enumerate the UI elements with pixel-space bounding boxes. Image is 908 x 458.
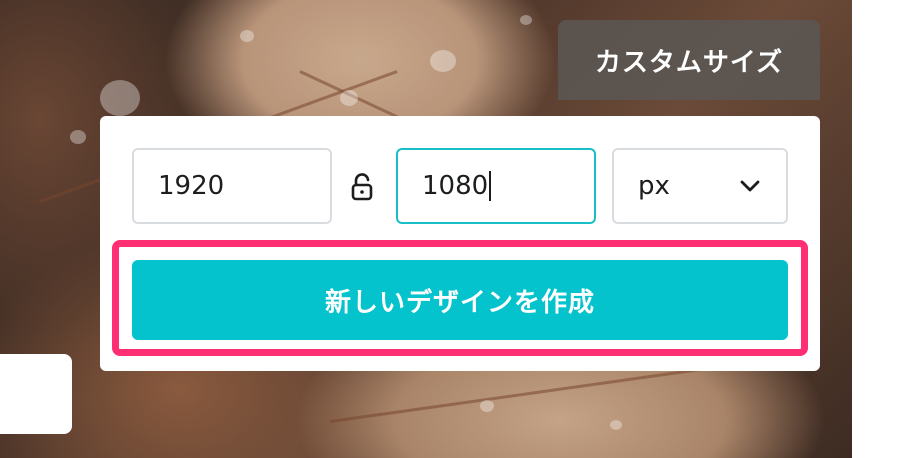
page-margin [852,0,908,458]
custom-size-panel: 1920 1080 px 新しいデザインを作成 [100,116,820,371]
height-input[interactable]: 1080 [396,148,596,224]
text-caret [489,171,492,201]
unit-value: px [638,171,670,201]
create-design-button[interactable]: 新しいデザインを作成 [132,260,788,340]
custom-size-label: カスタムサイズ [594,47,784,78]
chevron-down-icon [740,180,760,192]
custom-size-tab[interactable]: カスタムサイズ [558,20,820,100]
height-value: 1080 [422,171,489,201]
width-value: 1920 [158,171,225,201]
width-input[interactable]: 1920 [132,148,332,224]
lock-open-icon[interactable] [350,172,376,202]
create-design-label: 新しいデザインを作成 [324,287,595,318]
unit-select[interactable]: px [612,148,788,224]
side-card[interactable] [0,354,72,434]
